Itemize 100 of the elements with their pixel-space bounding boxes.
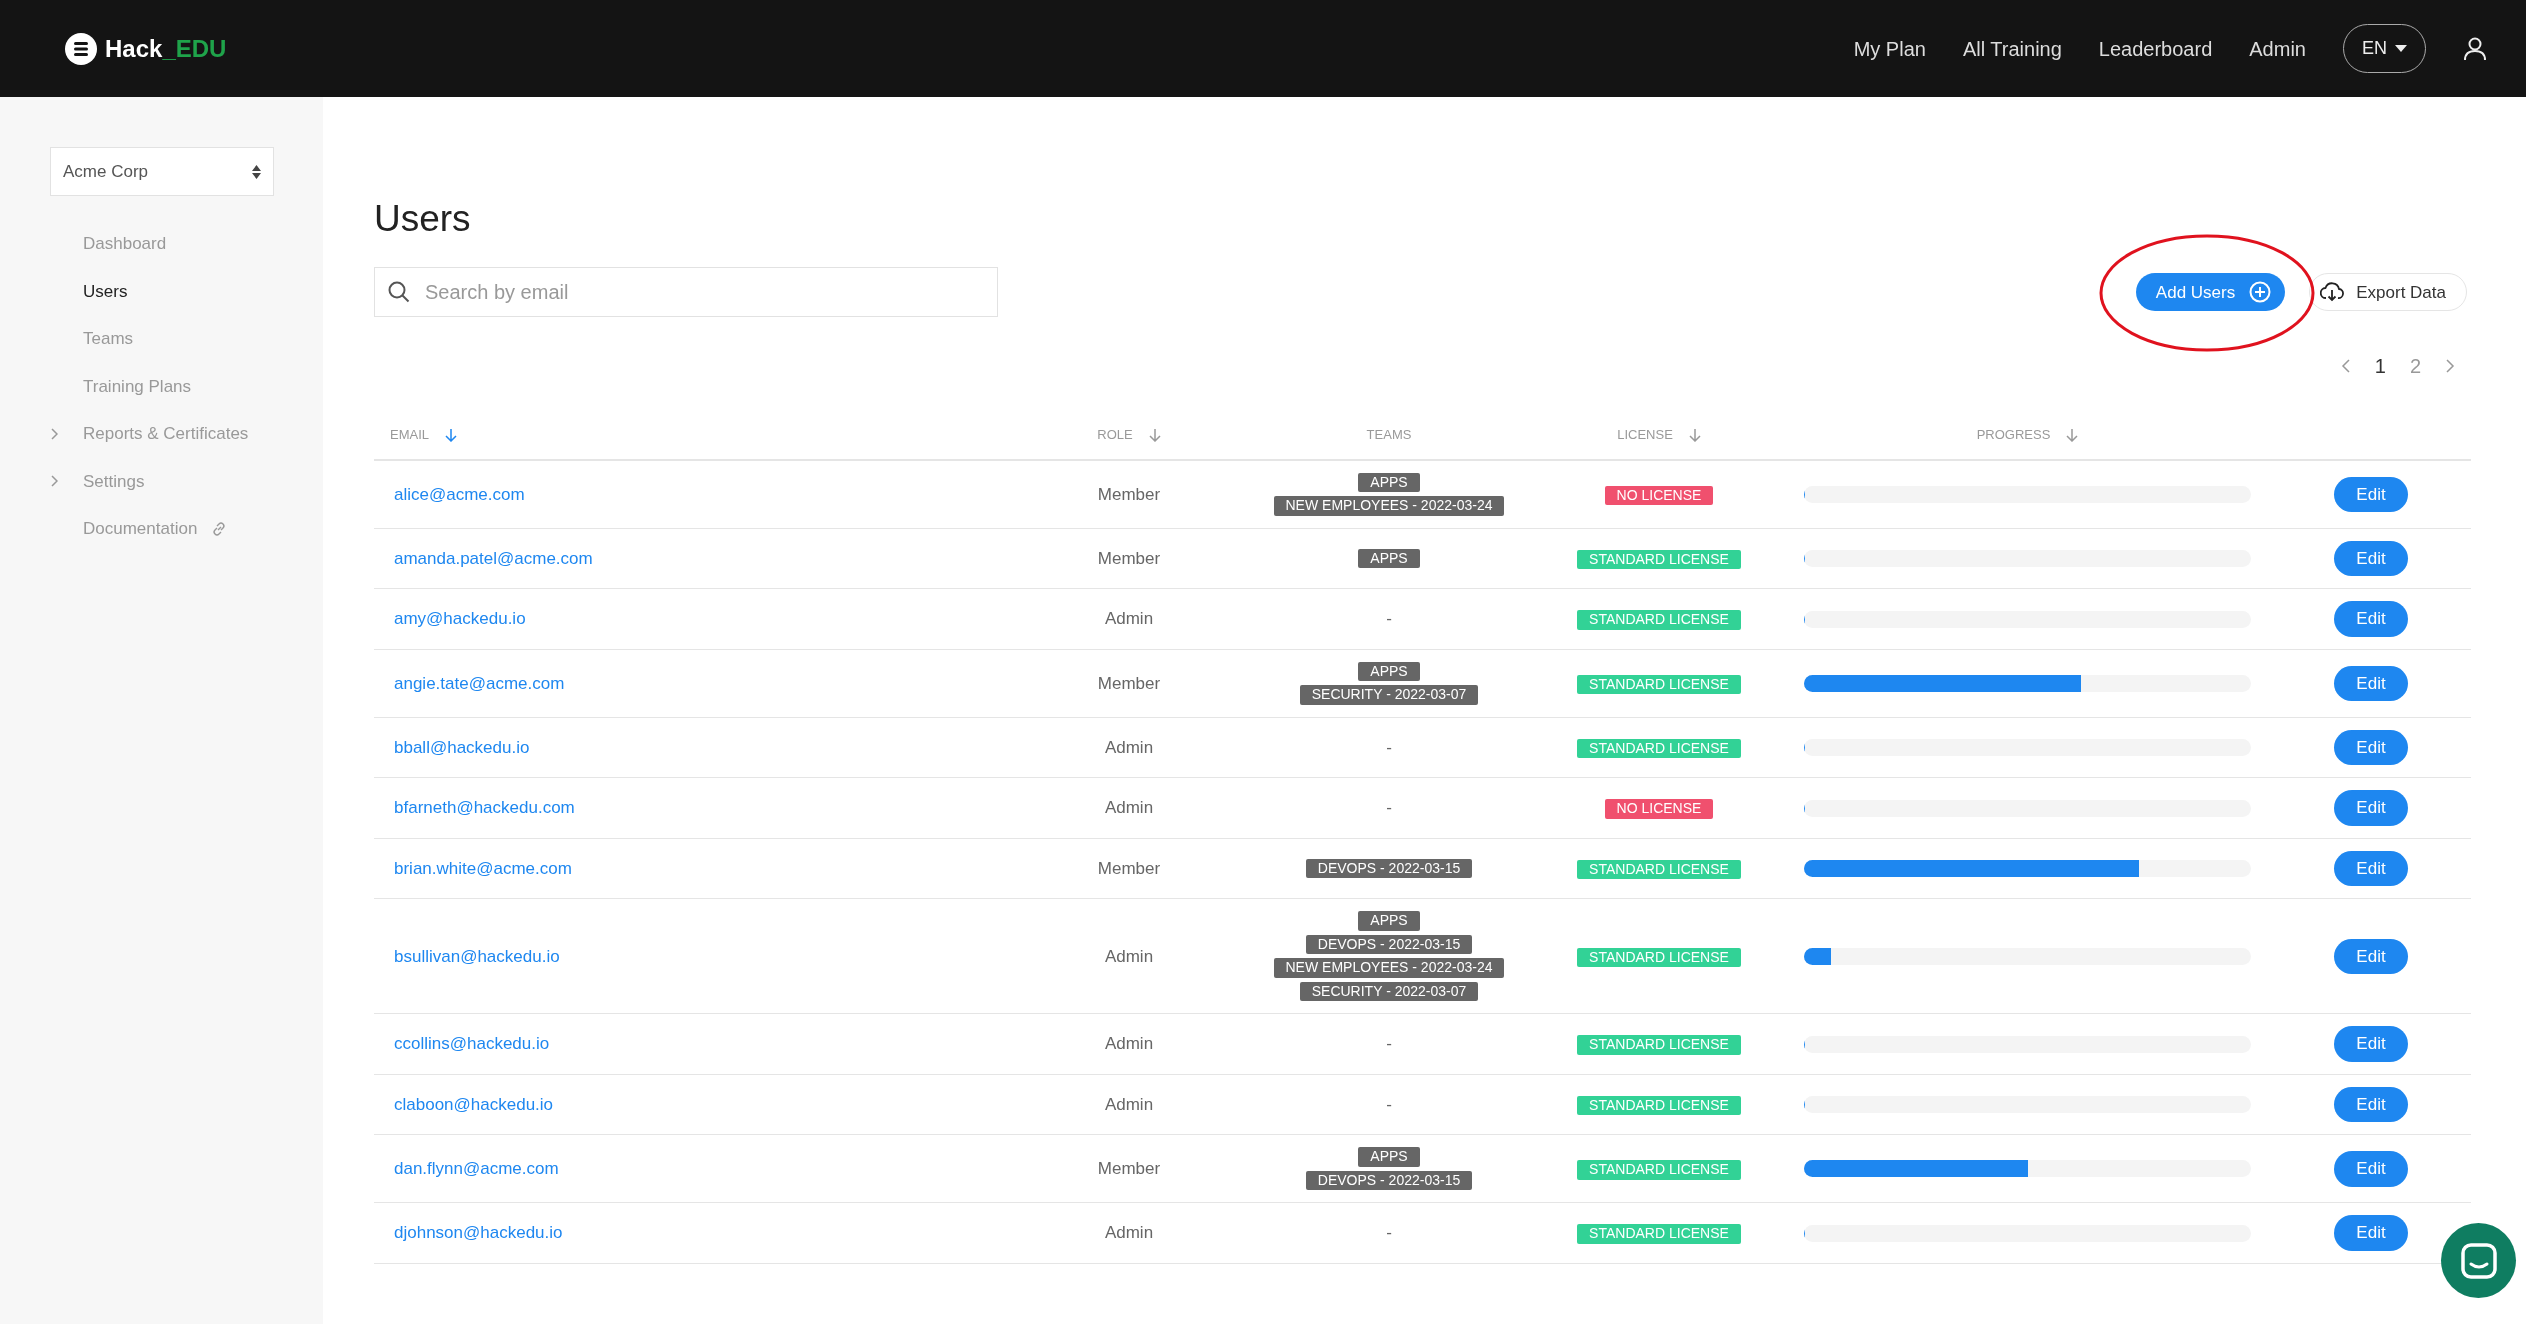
email-link[interactable]: bsullivan@hackedu.io (394, 946, 560, 966)
edit-button[interactable]: Edit (2334, 601, 2408, 637)
sidebar-item[interactable]: Dashboard (50, 220, 323, 268)
sort-arrow-icon (1688, 428, 1701, 443)
edit-button[interactable]: Edit (2334, 938, 2408, 975)
sort-arrow-icon (1148, 428, 1161, 443)
sidebar-item[interactable]: Teams (50, 315, 323, 363)
page-title: Users (374, 197, 472, 241)
email-link[interactable]: claboon@hackedu.io (394, 1094, 554, 1114)
organization-select[interactable]: Acme Corp (50, 147, 274, 196)
table-cell: Member (1014, 649, 1244, 718)
email-link[interactable]: angie.tate@acme.com (394, 673, 565, 693)
caret-icon (2395, 44, 2407, 53)
page-link[interactable]: 1 (2374, 351, 2386, 382)
column-header: TEAMS (1366, 426, 1412, 445)
chevron-icon (50, 427, 58, 440)
email-link[interactable]: bfarneth@hackedu.com (394, 798, 575, 818)
empty-value: - (1386, 737, 1392, 757)
table-cell: Admin (1014, 777, 1244, 839)
column-header[interactable]: ROLE (1097, 425, 1161, 445)
nav-link[interactable]: Leaderboard (2098, 33, 2213, 64)
table-cell: Admin (1014, 588, 1244, 650)
email-link[interactable]: amanda.patel@acme.com (394, 548, 593, 568)
table-cell: Member (1014, 528, 1244, 589)
sort-caret-icon (252, 163, 261, 180)
nav-link[interactable]: My Plan (1853, 33, 1926, 64)
table-cell: Admin (1014, 898, 1244, 1014)
email-link[interactable]: ccollins@hackedu.io (394, 1034, 550, 1054)
team-badge: APPS (1358, 472, 1420, 493)
table-cell: Member (1014, 459, 1244, 529)
email-link[interactable]: amy@hackedu.io (394, 609, 526, 629)
team-badge: SECURITY - 2022-03-07 (1299, 981, 1479, 1002)
chevron-icon (50, 475, 58, 488)
sidebar-item[interactable]: Reports & Certificates (50, 410, 323, 458)
team-badge: DEVOPS - 2022-03-15 (1305, 1170, 1473, 1191)
column-header[interactable]: LICENSE (1617, 425, 1701, 445)
email-link[interactable]: djohnson@hackedu.io (394, 1223, 563, 1243)
sidebar-item[interactable]: Settings (50, 457, 323, 505)
search-field[interactable]: Search by email (374, 267, 998, 318)
chat-icon (2459, 1241, 2498, 1280)
empty-value: - (1386, 798, 1392, 818)
team-badge: APPS (1358, 548, 1420, 569)
column-header[interactable]: EMAIL (390, 425, 457, 445)
email-link[interactable]: alice@acme.com (394, 484, 525, 504)
team-badge: NEW EMPLOYEES - 2022-03-24 (1273, 958, 1505, 978)
empty-value: - (1386, 1223, 1392, 1243)
license-badge: STANDARD LICENSE (1577, 674, 1741, 695)
next-page-icon[interactable] (2445, 359, 2455, 374)
table-cell: Admin (1014, 1013, 1244, 1075)
table-cell: Member (1014, 1134, 1244, 1203)
table-cell: Member (1014, 838, 1244, 899)
license-badge: STANDARD LICENSE (1577, 1035, 1741, 1055)
edit-button[interactable]: Edit (2334, 540, 2408, 577)
logo-icon (65, 32, 97, 65)
logo[interactable]: Hack_EDU (65, 30, 227, 67)
add-users-button[interactable]: Add Users (2135, 273, 2286, 312)
team-badge: SECURITY - 2022-03-07 (1299, 685, 1479, 705)
sort-arrow-icon (445, 428, 457, 443)
edit-button[interactable]: Edit (2334, 850, 2408, 887)
user-icon[interactable] (2464, 36, 2486, 61)
email-link[interactable]: dan.flynn@acme.com (394, 1159, 559, 1179)
team-badge: DEVOPS - 2022-03-15 (1305, 934, 1473, 955)
team-badge: APPS (1358, 1147, 1420, 1167)
page-link[interactable]: 2 (2409, 351, 2421, 382)
export-data-button[interactable]: Export Data (2309, 273, 2467, 312)
edit-button[interactable]: Edit (2334, 665, 2408, 702)
license-badge: STANDARD LICENSE (1577, 1224, 1741, 1244)
edit-button[interactable]: Edit (2334, 1086, 2408, 1123)
nav-link[interactable]: Admin (2249, 33, 2306, 64)
edit-button[interactable]: Edit (2334, 790, 2408, 826)
team-badge: NEW EMPLOYEES - 2022-03-24 (1273, 496, 1505, 516)
column-header[interactable]: PROGRESS (1976, 425, 2079, 445)
email-link[interactable]: brian.white@acme.com (394, 858, 572, 878)
logo-text: Hack_EDU (105, 33, 227, 64)
license-badge: STANDARD LICENSE (1577, 1160, 1741, 1180)
empty-value: - (1386, 1094, 1392, 1114)
license-badge: STANDARD LICENSE (1577, 738, 1741, 759)
sidebar-item[interactable]: Users (50, 267, 323, 315)
edit-button[interactable]: Edit (2334, 729, 2408, 766)
team-badge: APPS (1358, 661, 1420, 682)
team-badge: APPS (1358, 911, 1420, 931)
table-cell: Admin (1014, 1202, 1244, 1264)
previous-page-icon[interactable] (2340, 359, 2351, 374)
cloud-download-icon (2320, 281, 2345, 304)
empty-value: - (1386, 1034, 1392, 1054)
sidebar-item[interactable]: Documentation (50, 505, 323, 553)
table-cell: Admin (1014, 717, 1244, 778)
license-badge: STANDARD LICENSE (1577, 1095, 1741, 1116)
sidebar-item[interactable]: Training Plans (50, 362, 323, 410)
license-badge: STANDARD LICENSE (1577, 859, 1741, 880)
edit-button[interactable]: Edit (2334, 476, 2408, 513)
sort-arrow-icon (2066, 428, 2079, 443)
edit-button[interactable]: Edit (2334, 1215, 2408, 1251)
empty-value: - (1386, 609, 1392, 629)
nav-link[interactable]: All Training (1962, 33, 2062, 64)
plus-circle-icon (2249, 281, 2272, 304)
edit-button[interactable]: Edit (2334, 1026, 2408, 1062)
edit-button[interactable]: Edit (2334, 1151, 2408, 1187)
link-icon (211, 520, 228, 537)
email-link[interactable]: bball@hackedu.io (394, 737, 530, 757)
